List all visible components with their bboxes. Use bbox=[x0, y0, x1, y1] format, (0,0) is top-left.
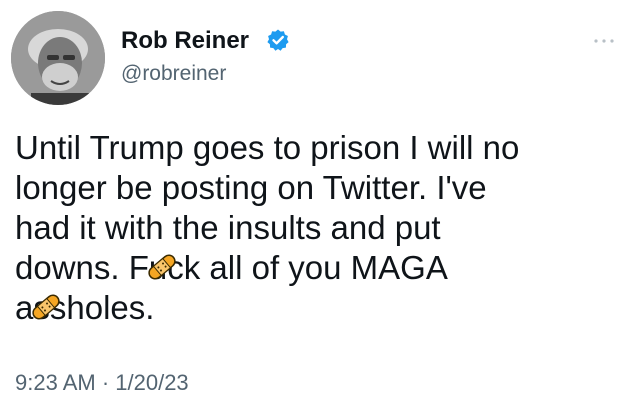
tweet-text-line-1: Until Trump goes to prison I will no bbox=[15, 129, 520, 166]
avatar[interactable] bbox=[11, 11, 105, 105]
tweet-text-line-3: had it with the insults and put bbox=[15, 209, 441, 246]
line-5-start: a bbox=[15, 289, 34, 326]
tweet-card: Rob Reiner @robreiner Until Trump goes t… bbox=[0, 0, 631, 408]
verified-badge-icon bbox=[267, 29, 289, 51]
more-options-icon[interactable] bbox=[592, 36, 616, 46]
line-4-end: ck all of you MAGA bbox=[167, 249, 448, 286]
tweet-text-line-5: as sholes. bbox=[15, 288, 620, 328]
censored-letter: u bbox=[148, 248, 176, 288]
tweet-timestamp[interactable]: 9:23 AM · 1/20/23 bbox=[15, 370, 189, 396]
censored-letter-text: s bbox=[33, 289, 50, 326]
line-5-end: sholes. bbox=[49, 289, 155, 326]
censored-letter-text: u bbox=[148, 249, 168, 286]
tweet-text: Until Trump goes to prison I will no lon… bbox=[15, 128, 620, 328]
tweet-text-line-4: downs. Fu ck all of you MAGA bbox=[15, 248, 620, 288]
line-4-start: downs. F bbox=[15, 249, 149, 286]
avatar-photo bbox=[11, 11, 105, 105]
censored-letter: s bbox=[32, 288, 61, 328]
author-name[interactable]: Rob Reiner bbox=[121, 27, 249, 55]
tweet-text-line-2: longer be posting on Twitter. I've bbox=[15, 169, 487, 206]
author-handle[interactable]: @robreiner bbox=[121, 62, 226, 86]
